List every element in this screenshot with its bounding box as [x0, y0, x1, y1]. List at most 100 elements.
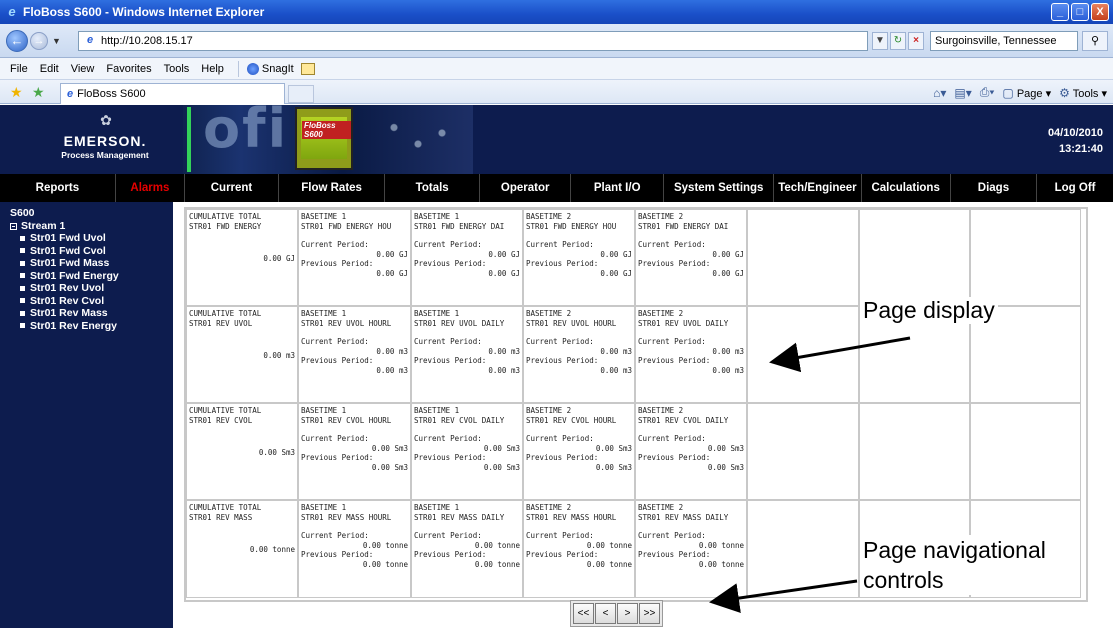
basetime-label: BASETIME 2 — [526, 406, 572, 415]
annotation-page-display: Page display — [860, 297, 998, 324]
current-period-label: Current Period: — [301, 337, 369, 346]
sidebar-item-str01-rev-mass[interactable]: Str01 Rev Mass — [20, 307, 173, 320]
maximize-button[interactable]: □ — [1071, 3, 1089, 21]
history-dropdown-icon[interactable]: ▼ — [52, 36, 61, 46]
feeds-icon[interactable]: ▤▾ — [954, 86, 971, 100]
sidebar-item-str01-rev-cvol[interactable]: Str01 Rev Cvol — [20, 295, 173, 308]
menu-view[interactable]: View — [65, 63, 101, 75]
period-total-cell: BASETIME 2 STR01 REV MASS DAILY Current P… — [635, 500, 747, 598]
nav-totals[interactable]: Totals — [385, 174, 481, 202]
nav-reports[interactable]: Reports — [0, 174, 116, 202]
sidebar-item-str01-fwd-energy[interactable]: Str01 Fwd Energy — [20, 270, 173, 283]
current-time: 13:21:40 — [1058, 143, 1103, 155]
previous-page-button[interactable]: < — [595, 603, 616, 624]
page-icon: e — [86, 34, 94, 46]
forward-button[interactable]: → — [30, 31, 48, 50]
period-total-name: STR01 FWD ENERGY HOU — [301, 221, 392, 231]
previous-period-label: Previous Period: — [526, 356, 599, 365]
basetime-label: BASETIME 1 — [301, 212, 347, 221]
home-icon[interactable]: ⌂▾ — [933, 86, 946, 100]
basetime-label: BASETIME 2 — [638, 309, 684, 318]
next-page-button[interactable]: > — [617, 603, 638, 624]
period-total-name: STR01 REV CVOL DAILY — [638, 415, 729, 425]
page-menu[interactable]: ▢ Page ▾ — [1002, 86, 1051, 100]
command-bar: ⌂▾ ▤▾ ⎙▾ ▢ Page ▾ ⚙ Tools ▾ — [933, 85, 1107, 100]
cumulative-total-cell: CUMULATIVE TOTAL STR01 FWD ENERGY 0.00 GJ — [186, 209, 298, 306]
sidebar-item-str01-rev-uvol[interactable]: Str01 Rev Uvol — [20, 282, 173, 295]
basetime-label: BASETIME 2 — [638, 212, 684, 221]
menu-edit[interactable]: Edit — [34, 63, 65, 75]
internet-explorer-icon: e — [8, 4, 16, 19]
snagit-button[interactable]: SnagIt — [246, 62, 315, 75]
browser-tab[interactable]: e FloBoss S600 — [60, 83, 285, 104]
previous-period-label: Previous Period: — [526, 259, 599, 268]
tree-root[interactable]: S600 — [10, 207, 173, 219]
address-dropdown-button[interactable]: ▼ — [872, 32, 888, 50]
sidebar-item-str01-fwd-cvol[interactable]: Str01 Fwd Cvol — [20, 245, 173, 258]
print-icon[interactable]: ⎙▾ — [980, 85, 995, 100]
menu-tools[interactable]: Tools — [158, 63, 196, 75]
nav-calculations[interactable]: Calculations — [862, 174, 951, 202]
collapse-icon[interactable] — [10, 222, 17, 230]
nav-operator[interactable]: Operator — [480, 174, 572, 202]
period-total-cell: BASETIME 1 STR01 REV MASS HOURL Current P… — [298, 500, 411, 598]
nav-alarms[interactable]: Alarms — [116, 174, 186, 202]
bullet-icon — [20, 298, 25, 304]
stop-button[interactable]: × — [908, 32, 924, 50]
period-total-cell: BASETIME 2 STR01 FWD ENERGY DAI Current P… — [635, 209, 747, 306]
tree-stream-node[interactable]: Stream 1 — [10, 220, 173, 232]
current-period-value: 0.00 m3 — [600, 346, 632, 356]
close-button[interactable]: X — [1091, 3, 1109, 21]
nav-log-off[interactable]: Log Off — [1037, 174, 1113, 202]
nav-current[interactable]: Current — [185, 174, 279, 202]
previous-period-label: Previous Period: — [526, 453, 599, 462]
search-input[interactable]: Surgoinsville, Tennessee — [930, 31, 1078, 51]
nav-tech-engineer[interactable]: Tech/Engineer — [774, 174, 862, 202]
sidebar-item-label: Str01 Fwd Cvol — [30, 244, 106, 257]
refresh-button[interactable]: ↻ — [890, 32, 906, 50]
empty-cell — [859, 209, 970, 306]
tools-menu-label: Tools — [1072, 87, 1099, 100]
empty-cell — [747, 500, 859, 598]
search-button[interactable]: ⚲ — [1082, 31, 1108, 51]
sidebar-item-str01-rev-energy[interactable]: Str01 Rev Energy — [20, 320, 173, 333]
basetime-label: BASETIME 1 — [414, 212, 460, 221]
current-period-value: 0.00 Sm3 — [595, 443, 632, 453]
last-page-button[interactable]: >> — [639, 603, 660, 624]
menu-help[interactable]: Help — [195, 63, 230, 75]
basetime-label: BASETIME 2 — [638, 406, 684, 415]
current-period-value: 0.00 tonne — [586, 540, 632, 550]
sidebar-item-str01-fwd-uvol[interactable]: Str01 Fwd Uvol — [20, 232, 173, 245]
nav-flow-rates[interactable]: Flow Rates — [279, 174, 386, 202]
main-navigation: Reports Alarms Current Flow Rates Totals… — [0, 174, 1113, 202]
url-text[interactable]: http://10.208.15.17 — [101, 35, 193, 47]
back-button[interactable]: ← — [6, 29, 28, 52]
previous-period-label: Previous Period: — [301, 356, 374, 365]
basetime-label: BASETIME 2 — [526, 212, 572, 221]
menu-file[interactable]: File — [4, 63, 34, 75]
tools-menu[interactable]: ⚙ Tools ▾ — [1059, 86, 1107, 100]
sidebar-item-label: Str01 Rev Cvol — [30, 294, 105, 307]
previous-period-label: Previous Period: — [301, 259, 374, 268]
nav-system-settings[interactable]: System Settings — [664, 174, 775, 202]
current-period-label: Current Period: — [301, 434, 369, 443]
menu-favorites[interactable]: Favorites — [100, 63, 157, 75]
add-favorites-icon[interactable]: ★ — [32, 84, 45, 101]
nav-diags[interactable]: Diags — [951, 174, 1038, 202]
minimize-button[interactable]: _ — [1051, 3, 1069, 21]
new-tab-button[interactable] — [288, 85, 314, 103]
annotation-line-1: Page navigational — [863, 537, 1046, 563]
first-page-button[interactable]: << — [573, 603, 594, 624]
favorites-star-icon[interactable]: ★ — [10, 84, 23, 101]
bullet-icon — [20, 273, 25, 279]
sidebar-item-str01-fwd-mass[interactable]: Str01 Fwd Mass — [20, 257, 173, 270]
period-total-cell: BASETIME 2 STR01 REV CVOL HOURL Current P… — [523, 403, 635, 500]
current-period-value: 0.00 tonne — [474, 540, 520, 550]
address-input[interactable]: e http://10.208.15.17 — [78, 31, 868, 51]
nav-plant-io[interactable]: Plant I/O — [571, 174, 665, 202]
cumulative-title: CUMULATIVE TOTAL — [189, 309, 262, 318]
emerson-logo-mark-icon: ✿ — [100, 112, 112, 128]
snagit-editor-icon[interactable] — [300, 62, 315, 75]
